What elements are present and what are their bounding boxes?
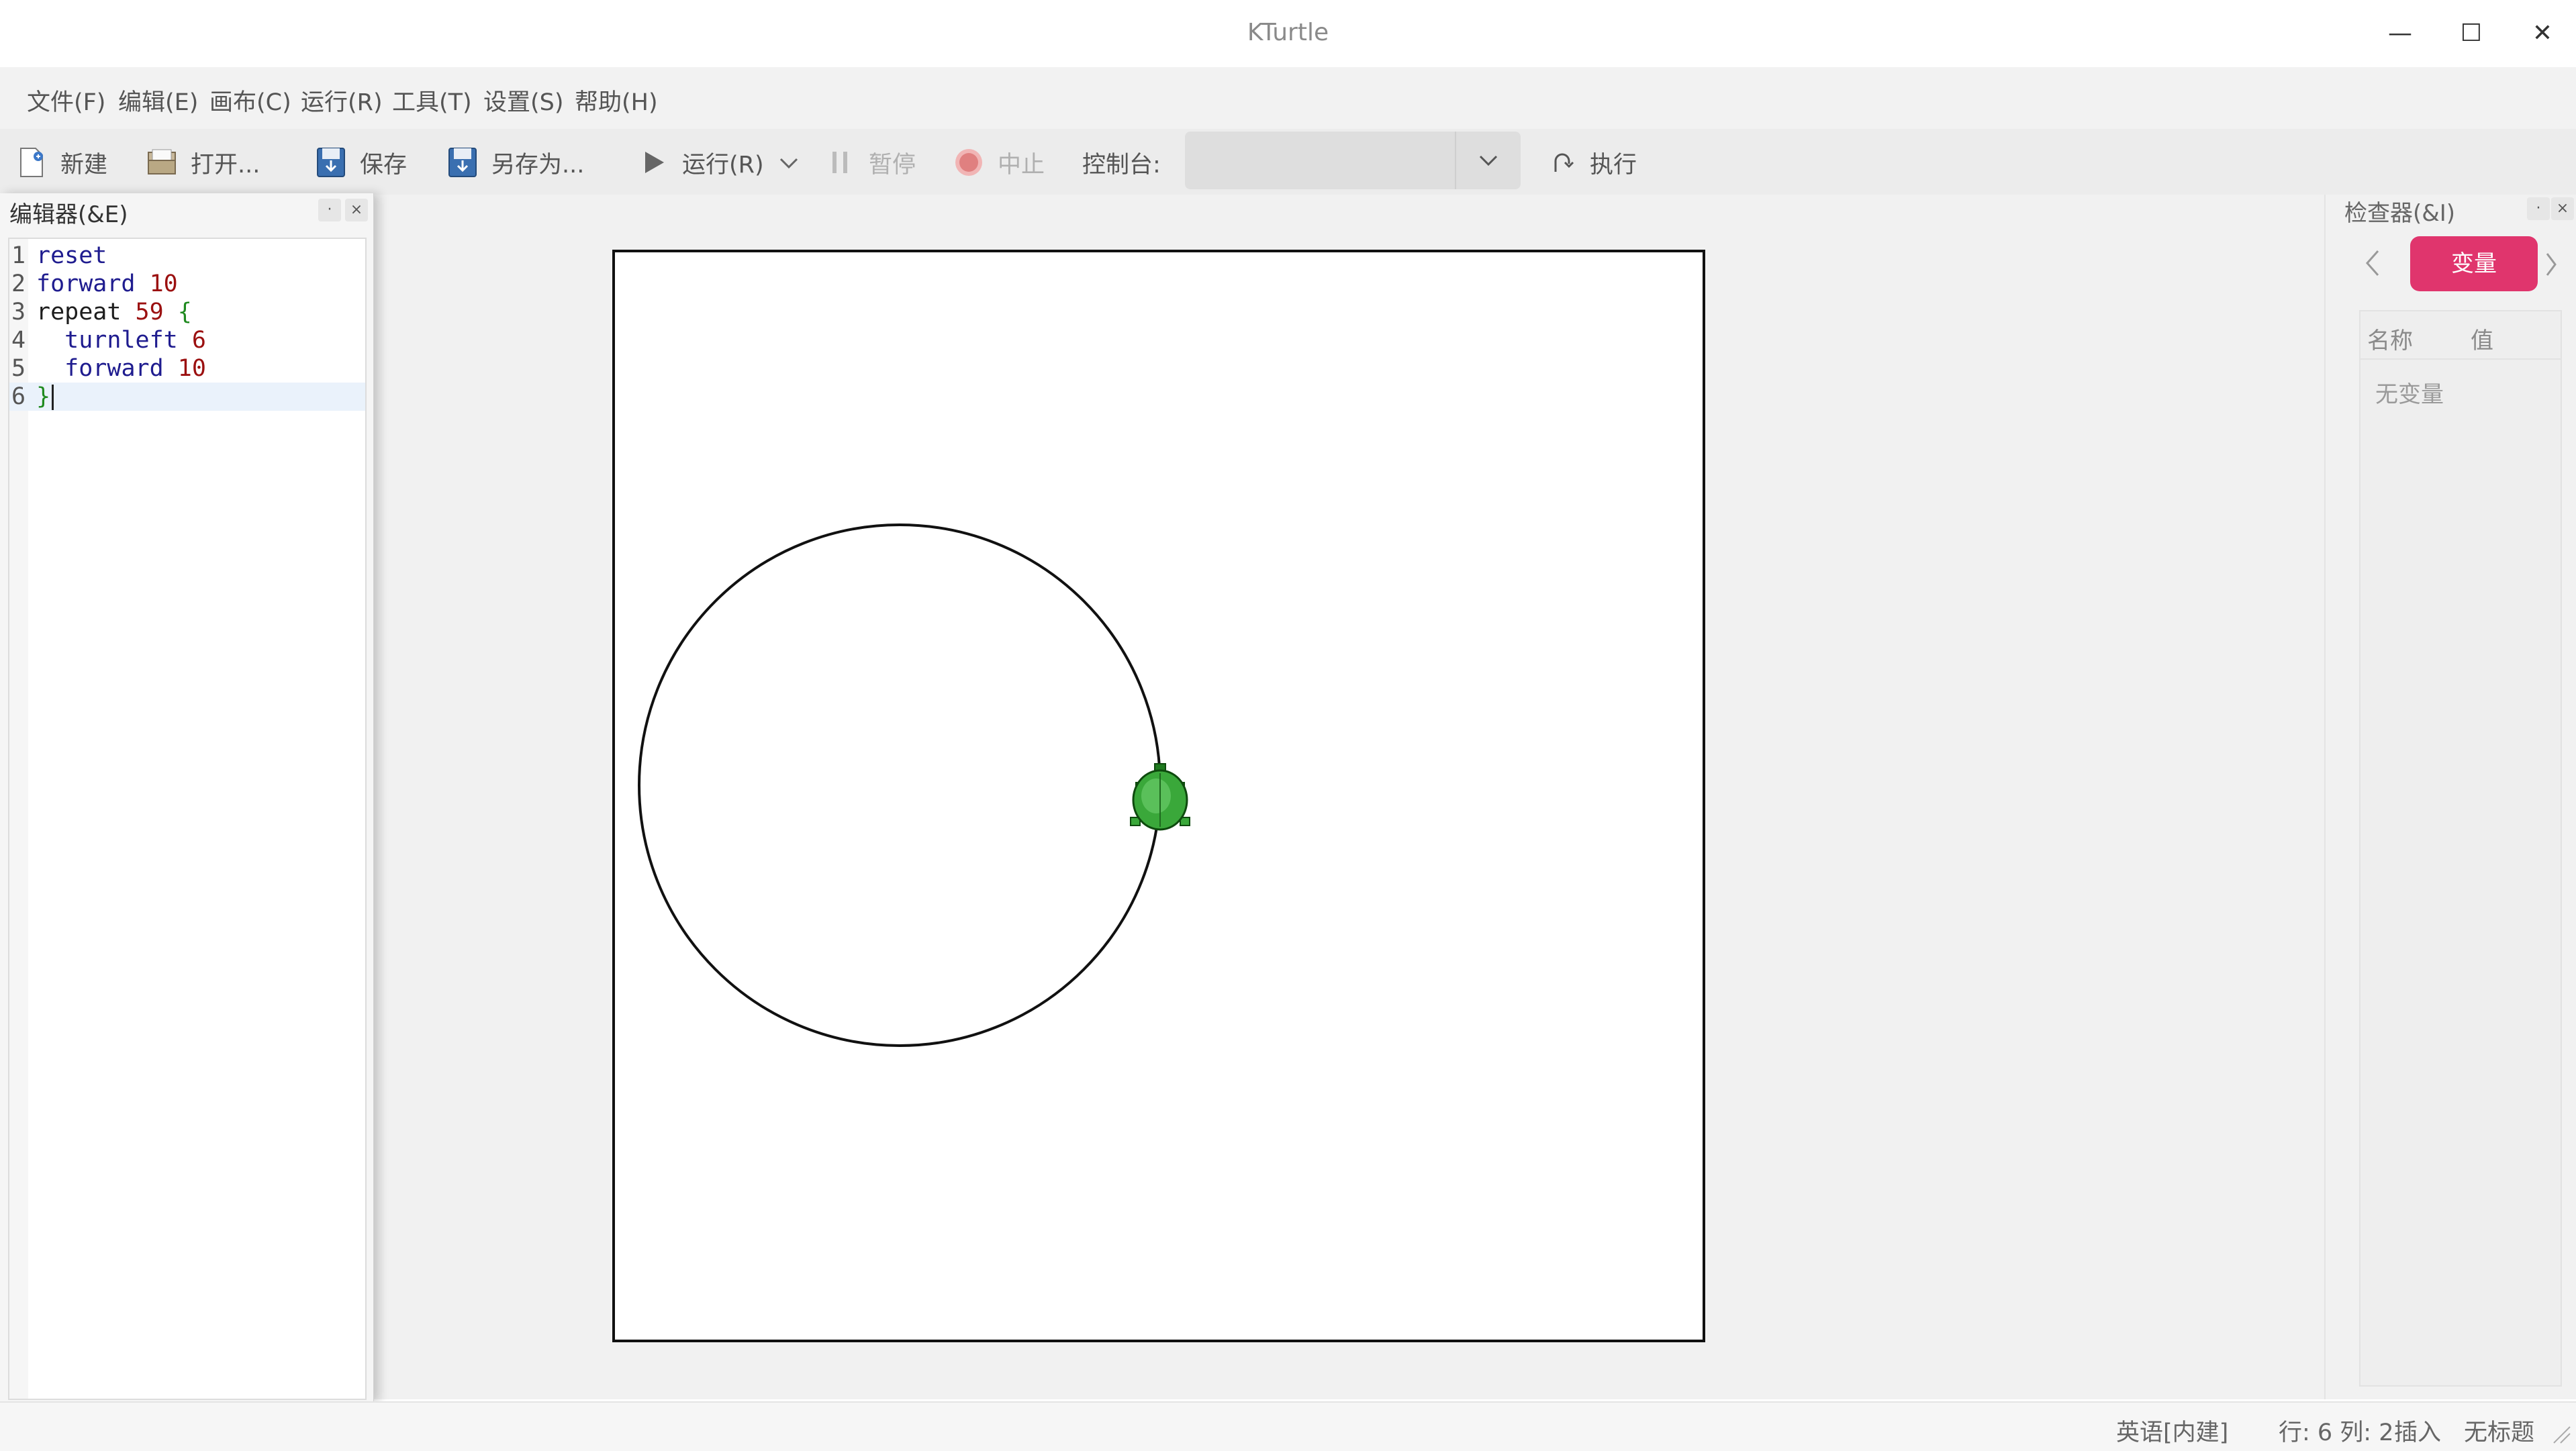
brace: } [36, 383, 51, 410]
code-line: 4 turnleft 6 [9, 326, 365, 354]
inspector-title: 检查器(&I) [2344, 200, 2456, 227]
command: forward [36, 270, 136, 297]
chevron-left-icon[interactable] [2365, 248, 2381, 281]
execute-button[interactable]: 执行 [1545, 144, 1637, 181]
save-as-label: 另存为... [491, 151, 585, 179]
console-input[interactable] [1185, 132, 1521, 189]
menu-run[interactable]: 运行(R) [301, 83, 383, 117]
status-document: 无标题 [2464, 1419, 2535, 1446]
line-number: 3 [11, 299, 26, 326]
editor-float-button[interactable]: · [318, 199, 341, 221]
menu-file[interactable]: 文件(F) [27, 83, 105, 117]
save-as-icon [447, 147, 478, 178]
execute-label: 执行 [1590, 151, 1637, 179]
run-label: 运行(R) [682, 151, 764, 179]
line-number: 5 [11, 355, 26, 382]
play-icon [638, 147, 669, 178]
text-cursor [52, 385, 54, 410]
column-name-header[interactable]: 名称 [2367, 322, 2413, 355]
code-line: 5 forward 10 [9, 354, 365, 383]
code-editor[interactable]: 1 reset 2 forward 10 3 repeat 59 { 4 tur… [8, 238, 367, 1400]
menu-bar: 文件(F) 编辑(E) 画布(C) 运行(R) 工具(T) 设置(S) 帮助(H… [0, 67, 2576, 129]
tab-variables[interactable]: 变量 [2410, 236, 2538, 291]
code-line-current: 6 } [9, 383, 365, 411]
canvas-drawing [638, 523, 1190, 1047]
command: forward [64, 355, 164, 382]
status-bar: 英语[内建] 行: 6 列: 2 插入 无标题 [0, 1401, 2576, 1451]
console-dropdown[interactable] [1455, 132, 1521, 189]
command: turnleft [64, 327, 178, 354]
argument: 59 [135, 299, 164, 326]
chevron-down-icon[interactable] [779, 149, 799, 176]
new-label: 新建 [60, 151, 108, 179]
new-document-icon [16, 147, 47, 178]
turtle-icon [1130, 763, 1190, 831]
brace: { [177, 299, 192, 326]
chevron-right-icon[interactable] [2544, 251, 2558, 281]
close-button[interactable]: ✕ [2519, 15, 2566, 52]
save-icon [316, 147, 346, 178]
maximize-button[interactable]: ☐ [2448, 15, 2495, 52]
minimize-button[interactable]: — [2377, 15, 2424, 52]
new-button[interactable]: 新建 [16, 144, 107, 181]
save-label: 保存 [360, 151, 408, 179]
stop-icon [953, 147, 984, 178]
column-value-header[interactable]: 值 [2471, 322, 2493, 355]
save-button[interactable]: 保存 [316, 144, 407, 181]
command: reset [36, 242, 107, 269]
drawn-circle [638, 523, 1161, 1047]
window-title: KTurtle [1247, 19, 1329, 46]
open-button[interactable]: 打开... [146, 144, 260, 181]
code-line: 2 forward 10 [9, 270, 365, 298]
argument: 6 [191, 327, 206, 354]
empty-state: 无变量 [2375, 381, 2444, 408]
line-number: 4 [11, 327, 26, 354]
chevron-down-icon [1479, 155, 1498, 166]
abort-button[interactable]: 中止 [953, 144, 1045, 181]
line-gutter [9, 239, 28, 1399]
abort-label: 中止 [998, 151, 1045, 179]
variables-table: 名称 值 无变量 [2359, 310, 2562, 1387]
console-label: 控制台: [1082, 151, 1161, 179]
status-language: 英语[内建] [2116, 1419, 2229, 1446]
menu-settings[interactable]: 设置(S) [483, 83, 564, 117]
editor-title: 编辑器(&E) [9, 201, 128, 228]
argument: 10 [149, 270, 178, 297]
open-folder-icon [146, 147, 177, 178]
run-button[interactable]: 运行(R) [638, 144, 799, 181]
command: repeat [36, 299, 122, 326]
open-label: 打开... [191, 151, 260, 179]
turtle-canvas[interactable] [612, 250, 1705, 1342]
table-header: 名称 值 [2360, 311, 2561, 360]
menu-canvas[interactable]: 画布(C) [209, 83, 291, 117]
menu-edit[interactable]: 编辑(E) [118, 83, 198, 117]
editor-close-button[interactable]: × [345, 199, 368, 221]
code-line: 3 repeat 59 { [9, 298, 365, 326]
title-bar: KTurtle — ☐ ✕ [0, 0, 2576, 67]
pause-button[interactable]: 暂停 [824, 144, 916, 181]
redo-icon [1545, 147, 1576, 178]
menu-tools[interactable]: 工具(T) [392, 83, 472, 117]
pause-icon [824, 147, 855, 178]
inspector-float-button[interactable]: · [2527, 197, 2550, 220]
save-as-button[interactable]: 另存为... [447, 144, 584, 181]
argument: 10 [177, 355, 206, 382]
code-line: 1 reset [9, 242, 365, 270]
resize-grip-icon[interactable] [2551, 1424, 2571, 1447]
line-number: 1 [11, 242, 26, 269]
line-number: 6 [11, 383, 26, 410]
pause-label: 暂停 [869, 151, 916, 179]
inspector-dock: 检查器(&I) · × 变量 名称 值 无变量 [2324, 195, 2576, 1399]
line-number: 2 [11, 270, 26, 297]
inspector-close-button[interactable]: × [2551, 197, 2574, 220]
menu-help[interactable]: 帮助(H) [575, 83, 658, 117]
status-position: 行: 6 列: 2 [2279, 1419, 2394, 1446]
status-mode: 插入 [2394, 1419, 2442, 1446]
